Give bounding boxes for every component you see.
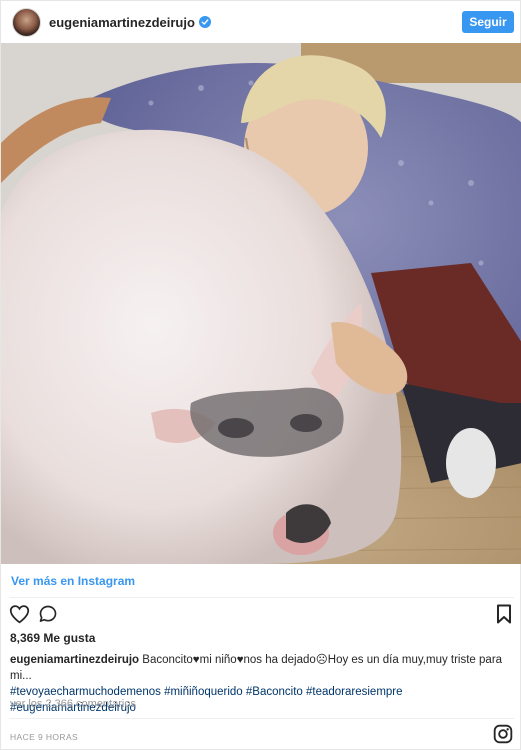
username[interactable]: eugeniamartinezdeirujo xyxy=(49,15,211,30)
avatar[interactable] xyxy=(12,8,41,37)
speech-bubble-icon[interactable] xyxy=(38,604,58,624)
follow-button[interactable]: Seguir xyxy=(462,11,514,33)
caption-line-1: eugeniamartinezdeirujo Baconcito♥mi niño… xyxy=(10,652,515,684)
instagram-logo-icon[interactable] xyxy=(493,724,513,744)
heart-outline-icon[interactable] xyxy=(9,604,30,624)
caption-username[interactable]: eugeniamartinezdeirujo xyxy=(10,654,139,666)
photo-illustration xyxy=(1,43,521,564)
divider xyxy=(9,597,514,598)
post-header: eugeniamartinezdeirujo Seguir xyxy=(1,1,521,43)
divider xyxy=(9,718,514,719)
view-comments-link[interactable]: ver los 2,366 comentarios xyxy=(10,698,136,710)
view-more-link[interactable]: Ver más en Instagram xyxy=(11,574,135,588)
post-photo[interactable] xyxy=(1,43,521,564)
username-text[interactable]: eugeniamartinezdeirujo xyxy=(49,15,195,30)
instagram-embed-card: eugeniamartinezdeirujo Seguir Ver más en… xyxy=(0,0,521,750)
likes-count[interactable]: 8,369 Me gusta xyxy=(10,631,95,645)
post-timestamp: HACE 9 HORAS xyxy=(10,732,79,742)
verified-badge-icon xyxy=(198,16,211,28)
bookmark-icon[interactable] xyxy=(496,604,512,624)
action-bar xyxy=(1,601,521,629)
